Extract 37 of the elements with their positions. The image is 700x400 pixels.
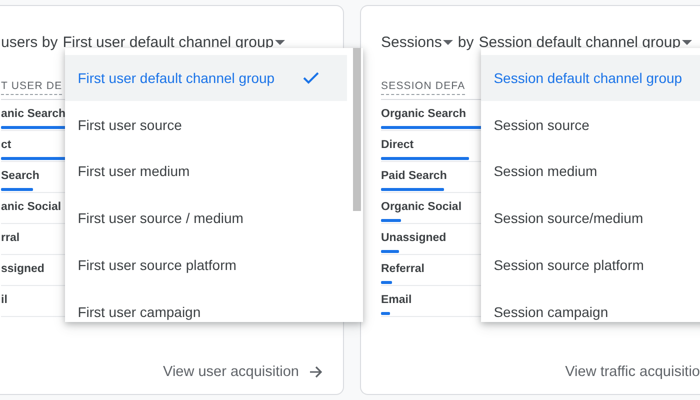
channel-label: il: [1, 294, 8, 306]
menu-item[interactable]: First user campaign: [64, 288, 347, 322]
view-report-link[interactable]: View user acquisition: [163, 364, 323, 380]
menu-item[interactable]: Session source: [480, 101, 700, 148]
channel-label: Paid Search: [381, 170, 447, 182]
column-header: SESSION DEFA: [381, 80, 466, 95]
view-report-link[interactable]: View traffic acquisitio: [565, 364, 700, 380]
menu-item[interactable]: First user source platform: [64, 242, 347, 288]
dropdown-caret-icon: [682, 40, 692, 44]
channel-label: Email: [381, 294, 412, 306]
title-text: by: [458, 34, 474, 50]
menu-item[interactable]: Session campaign: [480, 288, 700, 322]
dropdown-caret-icon: [274, 40, 285, 44]
dimension-dropdown[interactable]: Sessions: [381, 34, 453, 50]
menu-item[interactable]: First user source / medium: [64, 194, 347, 242]
scrollbar[interactable]: [352, 48, 361, 210]
channel-label: Search: [1, 170, 40, 182]
channel-label: Direct: [381, 139, 414, 151]
menu-item[interactable]: First user source: [64, 101, 347, 148]
menu-item[interactable]: First user medium: [64, 148, 347, 195]
channel-label: Organic Search: [381, 108, 466, 120]
channel-label: Organic Social: [381, 201, 462, 213]
dropdown-caret-icon: [442, 40, 453, 44]
channel-label: ssigned: [1, 263, 44, 275]
channel-label: ct: [1, 139, 12, 151]
channel-label: anic Search: [1, 108, 66, 120]
channel-label: Unassigned: [381, 232, 446, 244]
channel-label: anic Social: [1, 201, 62, 213]
title-text: users by: [1, 34, 58, 50]
menu-item[interactable]: First user default channel group: [64, 54, 347, 102]
menu-item[interactable]: Session source/medium: [480, 194, 700, 242]
menu-item[interactable]: Session medium: [480, 148, 700, 195]
menu-item[interactable]: Session source platform: [480, 242, 700, 288]
channel-label: Referral: [381, 263, 424, 275]
column-header: T USER DE: [1, 80, 62, 95]
menu-item[interactable]: Session default channel group: [480, 54, 700, 102]
channel-label: rral: [1, 232, 20, 244]
